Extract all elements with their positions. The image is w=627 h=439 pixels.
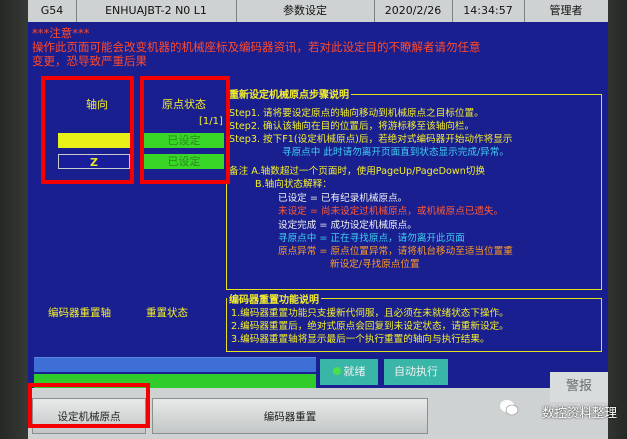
encoder-reset-button[interactable]: 编码器重置 bbox=[152, 398, 428, 434]
wechat-icon bbox=[500, 400, 519, 416]
coordinate-mode: G54 bbox=[28, 0, 77, 22]
note-a: 备注 A.轴数超过一个页面时，使用PageUp/PageDown切换 bbox=[229, 166, 485, 177]
highlight-axis-column bbox=[41, 76, 134, 184]
note-b: B.轴向状态解释： bbox=[255, 179, 332, 190]
step-2: Step2. 确认该轴向在目的位置后，将游标移至该轴向栏。 bbox=[229, 121, 475, 132]
encoder-note-3: 3.编码器重置轴将显示最后一个执行重置的轴向与执行结果。 bbox=[231, 334, 490, 345]
highlight-set-origin-button bbox=[28, 383, 150, 428]
encoder-reset-title: 编码器重置功能说明 bbox=[227, 291, 321, 306]
cnc-screen: G54 ENHUAJBT-2 N0 L1 参数设定 2020/2/26 14:3… bbox=[28, 0, 608, 439]
ready-dot-icon bbox=[332, 367, 341, 375]
step-3: Step3. 按下F1(设定机械原点)后，若绝对式编码器开始动作将显示 bbox=[229, 134, 513, 145]
warning-message: ***注意*** 操作此页面可能会改变机器的机械座标及编码器资讯，若对此设定目的… bbox=[32, 26, 602, 68]
auto-run-indicator: 自动执行 bbox=[384, 359, 448, 385]
time-readout: 14:34:57 bbox=[452, 0, 525, 22]
user-level: 管理者 bbox=[549, 4, 583, 17]
program-name: ENHUAJBT-2 N0 L1 bbox=[76, 0, 237, 22]
state-abnormal-continued: 新设定/寻找原点位置 bbox=[330, 259, 420, 270]
watermark-label: 数控资料整理 bbox=[541, 405, 617, 420]
alarm-indicator: 警报 bbox=[550, 372, 608, 402]
top-status-bar: G54 ENHUAJBT-2 N0 L1 参数设定 2020/2/26 14:3… bbox=[28, 0, 608, 22]
state-complete: 设定完成 = 成功设定机械原点。 bbox=[278, 220, 417, 231]
reset-state-header: 重置状态 bbox=[146, 307, 188, 319]
ready-indicator: 就绪 bbox=[320, 359, 378, 385]
state-set: 已设定 = 已有纪录机械原点。 bbox=[278, 193, 408, 204]
state-abnormal: 原点异常 = 原点位置异常，请将机台移动至适当位置重 bbox=[278, 246, 513, 257]
progress-bar-blue bbox=[34, 357, 316, 372]
warning-line-1: 操作此页面可能会改变机器的机械座标及编码器资讯，若对此设定目的不瞭解者请勿任意 bbox=[32, 40, 481, 54]
screen-title: 参数设定 bbox=[236, 0, 375, 22]
origin-steps-body: Step1. 请将要设定原点的轴向移动到机械原点之目标位置。 Step2. 确认… bbox=[226, 94, 602, 290]
encoder-reset-panel: 1.编码器重置功能只支援新代伺服，且必须在未就绪状态下操作。 2.编码器重置后，… bbox=[226, 298, 602, 352]
warning-line-2: 变更，恐导致严重后果 bbox=[32, 54, 147, 68]
step-1: Step1. 请将要设定原点的轴向移动到机械原点之目标位置。 bbox=[229, 108, 484, 119]
encoder-note-1: 1.编码器重置功能只支援新代伺服，且必须在未就绪状态下操作。 bbox=[231, 308, 509, 319]
step-3-continued: 寻原点中 此时请勿离开页面直到状态显示完成/异常。 bbox=[282, 147, 509, 158]
state-unset: 未设定 = 尚未设定过机械原点，或机械原点已遗失。 bbox=[278, 206, 504, 217]
ready-label: 就绪 bbox=[343, 365, 366, 378]
warning-heading: ***注意*** bbox=[32, 26, 90, 40]
state-searching: 寻原点中 = 正在寻找原点，请勿离开此页面 bbox=[278, 233, 465, 244]
highlight-state-column bbox=[140, 76, 230, 184]
encoder-note-2: 2.编码器重置后，绝对式原点会回复到未设定状态，请重新设定。 bbox=[231, 321, 509, 332]
date-readout: 2020/2/26 bbox=[374, 0, 453, 22]
encoder-reset-axis-header: 编码器重置轴 bbox=[48, 307, 111, 319]
